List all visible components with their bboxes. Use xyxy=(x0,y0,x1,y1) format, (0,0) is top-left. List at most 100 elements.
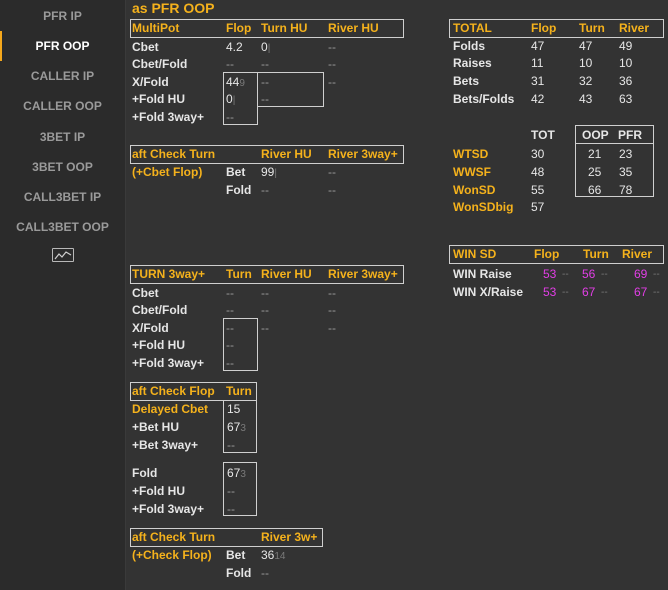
winsd-col-turn: Turn xyxy=(583,247,609,261)
showdown-row-label: WonSD xyxy=(453,183,496,197)
multipot-col-flop: Flop xyxy=(226,21,252,35)
aft-check-flop-row-label: +Fold 3way+ xyxy=(132,502,205,516)
showdown-row-label: WonSDbig xyxy=(453,200,514,214)
multipot-flop-value: 0| xyxy=(226,92,236,106)
winsd-turn-dash: -- xyxy=(601,269,608,280)
aft-check-turn-subtitle: (+Cbet Flop) xyxy=(132,165,203,179)
aft-check-turn-river3way-value: -- xyxy=(328,165,336,179)
total-river-value: 36 xyxy=(619,74,633,88)
aft-check-turn-col-river3way: River 3way+ xyxy=(328,147,398,161)
multipot-col-turnhu: Turn HU xyxy=(261,21,308,35)
turn-3way-row-label: +Fold HU xyxy=(132,338,185,352)
winsd-turn-value: 67 xyxy=(582,285,596,299)
total-river-value: 10 xyxy=(619,56,633,70)
turn-3way-col-river3way: River 3way+ xyxy=(328,267,398,281)
turn-3way-row-label: Cbet/Fold xyxy=(132,303,188,317)
showdown-tot-value: 55 xyxy=(531,183,545,197)
aft-check-turn-river3way-value: -- xyxy=(328,183,336,197)
showdown-pfr-value: 23 xyxy=(619,147,633,161)
multipot-river-value: -- xyxy=(328,75,336,89)
total-turn-value: 43 xyxy=(579,92,593,106)
total-row-label: Raises xyxy=(453,56,492,70)
showdown-oop-value: 21 xyxy=(588,147,602,161)
multipot-row-label: +Fold HU xyxy=(132,92,185,106)
multipot-river-value: -- xyxy=(328,57,336,71)
aft-check-turn2-value: -- xyxy=(261,566,269,580)
turn-3way-row-label: X/Fold xyxy=(132,321,169,335)
nav-caller-ip[interactable]: CALLER IP xyxy=(0,61,125,91)
multipot-turn-value: -- xyxy=(261,75,269,89)
nav-call3bet-oop[interactable]: CALL3BET OOP xyxy=(0,212,125,242)
winsd-flop-dash: -- xyxy=(562,269,569,280)
multipot-row-label: Cbet/Fold xyxy=(132,57,188,71)
aft-check-turn2-subtitle: (+Check Flop) xyxy=(132,548,212,562)
winsd-flop-dash: -- xyxy=(562,287,569,298)
winsd-turn-value: 56 xyxy=(582,267,596,281)
turn-3way-turn-value: -- xyxy=(226,321,234,335)
turn-3way-row-label: +Fold 3way+ xyxy=(132,356,205,370)
winsd-col-river: River xyxy=(622,247,653,261)
nav-3bet-ip[interactable]: 3BET IP xyxy=(0,122,125,152)
aft-check-flop-row-label: +Fold HU xyxy=(132,484,185,498)
multipot-flop-value: 449 xyxy=(226,75,245,89)
winsd-row-label: WIN Raise xyxy=(453,267,512,281)
showdown-row-label: WWSF xyxy=(453,165,491,179)
winsd-turn-dash: -- xyxy=(601,287,608,298)
total-col-flop: Flop xyxy=(531,21,557,35)
aft-check-flop-row-label: Delayed Cbet xyxy=(132,402,209,416)
total-flop-value: 47 xyxy=(531,39,545,53)
total-turn-value: 32 xyxy=(579,74,593,88)
nav-3bet-oop[interactable]: 3BET OOP xyxy=(0,152,125,182)
aft-check-turn-riverhu-value: -- xyxy=(261,183,269,197)
aft-check-flop-turn-value: -- xyxy=(227,484,235,498)
turn-3way-river3way-value: -- xyxy=(328,303,336,317)
multipot-row-label: +Fold 3way+ xyxy=(132,110,205,124)
aft-check-turn-row-label: Bet xyxy=(226,165,246,179)
showdown-oop-value: 25 xyxy=(588,165,602,179)
showdown-col-tot: TOT xyxy=(531,128,555,142)
turn-3way-river3way-value: -- xyxy=(328,321,336,335)
total-row-label: Folds xyxy=(453,39,485,53)
page-title: as PFR OOP xyxy=(132,0,215,16)
multipot-turn-value: -- xyxy=(261,57,269,71)
aft-check-turn2-row-label: Fold xyxy=(226,566,252,580)
nav-pfr-oop[interactable]: PFR OOP xyxy=(0,31,125,61)
turn-3way-col-riverhu: River HU xyxy=(261,267,312,281)
winsd-flop-value: 53 xyxy=(543,267,557,281)
winsd-col-flop: Flop xyxy=(534,247,560,261)
total-row-label: Bets xyxy=(453,74,480,88)
turn-3way-river3way-value: -- xyxy=(328,286,336,300)
nav-call3bet-ip[interactable]: CALL3BET IP xyxy=(0,182,125,212)
turn-3way-riverhu-value: -- xyxy=(261,286,269,300)
turn-3way-col-turn: Turn xyxy=(226,267,252,281)
sidebar: PFR IP PFR OOP CALLER IP CALLER OOP 3BET… xyxy=(0,0,126,590)
nav-caller-oop[interactable]: CALLER OOP xyxy=(0,91,125,121)
total-row-label: Bets/Folds xyxy=(453,92,515,106)
total-flop-value: 42 xyxy=(531,92,545,106)
total-col-river: River xyxy=(619,21,650,35)
winsd-river-value: 69 xyxy=(634,267,648,281)
winsd-river-dash: -- xyxy=(653,269,660,280)
winsd-river-value: 67 xyxy=(634,285,648,299)
line-chart-icon[interactable] xyxy=(52,248,74,262)
nav-pfr-ip[interactable]: PFR IP xyxy=(0,1,125,31)
turn-3way-turn-value: -- xyxy=(226,303,234,317)
multipot-river-value: -- xyxy=(328,40,336,54)
total-river-value: 63 xyxy=(619,92,633,106)
winsd-flop-value: 53 xyxy=(543,285,557,299)
turn-3way-turn-value: -- xyxy=(226,286,234,300)
total-turn-value: 47 xyxy=(579,39,593,53)
multipot-row-label: Cbet xyxy=(132,40,159,54)
aft-check-turn2-value: 3614 xyxy=(261,548,286,562)
turn-3way-row-label: Cbet xyxy=(132,286,159,300)
showdown-row-label: WTSD xyxy=(453,147,489,161)
winsd-title: WIN SD xyxy=(453,247,497,261)
showdown-oop-value: 66 xyxy=(588,183,602,197)
aft-check-flop-row-label: +Bet 3way+ xyxy=(132,438,199,452)
showdown-tot-value: 30 xyxy=(531,147,545,161)
showdown-pfr-value: 78 xyxy=(619,183,633,197)
aft-check-flop-turn-value: 673 xyxy=(227,420,246,434)
turn-3way-turn-value: -- xyxy=(226,338,234,352)
multipot-title: MultiPot xyxy=(132,21,180,35)
total-turn-value: 10 xyxy=(579,56,593,70)
